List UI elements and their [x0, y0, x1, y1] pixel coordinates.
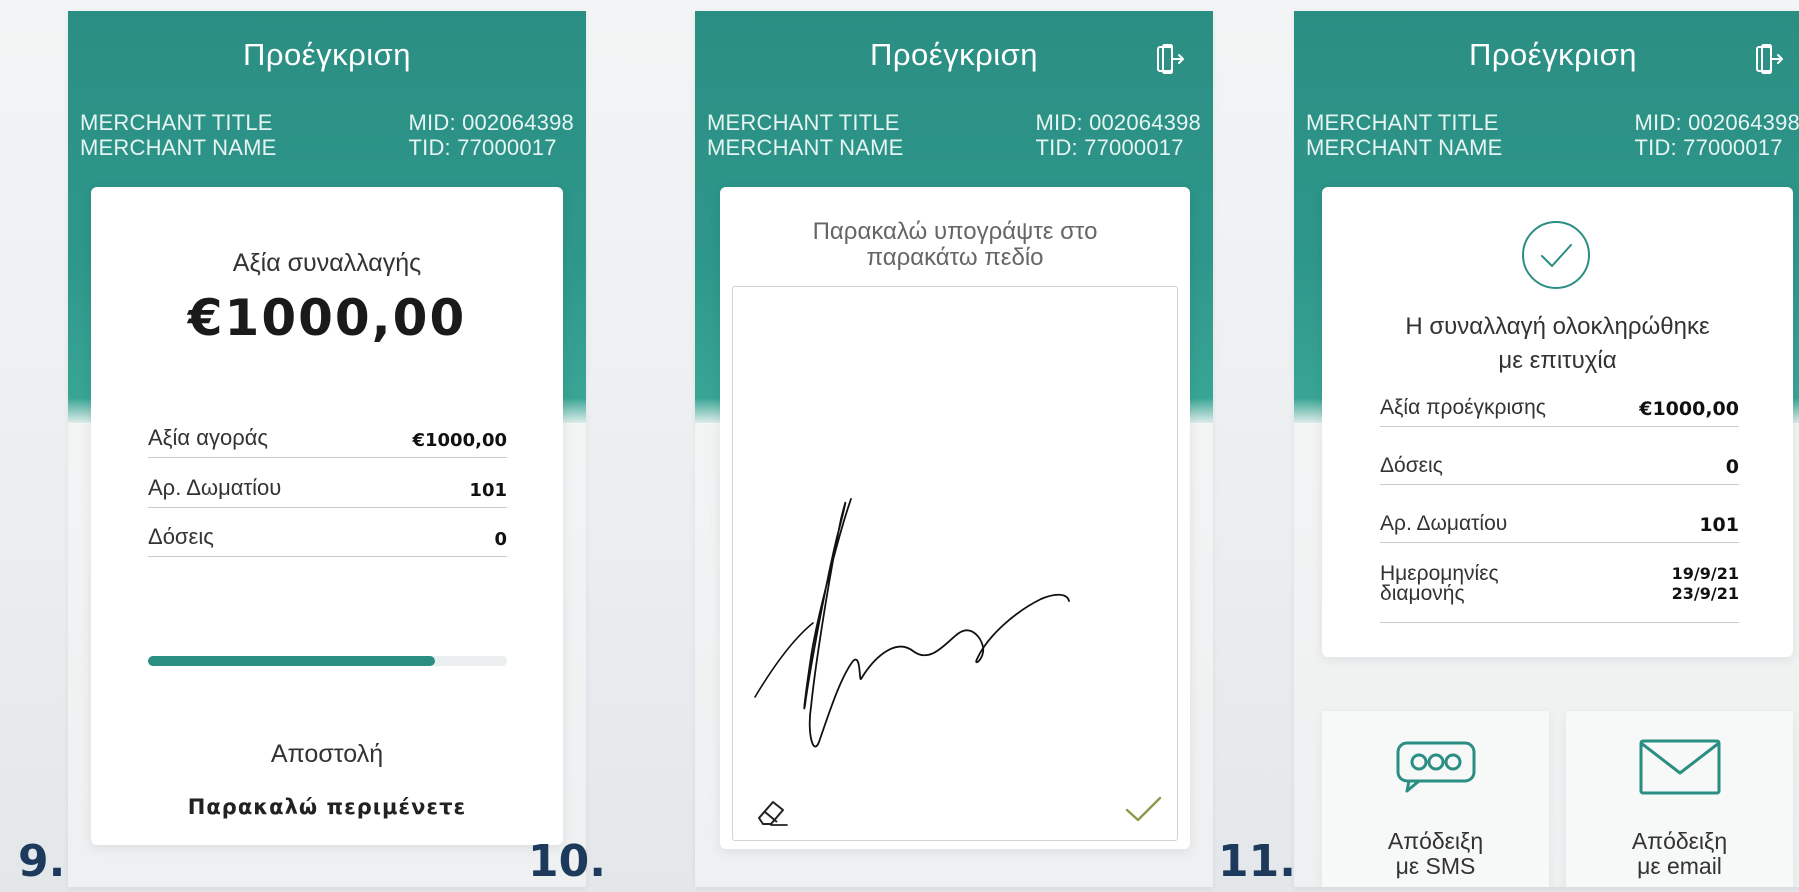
amount-label: Αξία συναλλαγής	[232, 249, 422, 277]
receipt-sms-label: Απόδειξη με SMS	[1322, 829, 1549, 879]
checkmark-icon[interactable]	[1123, 792, 1163, 826]
mid-text: MID: 002064398	[1634, 110, 1799, 135]
success-card: Η συναλλαγή ολοκληρώθηκε με επιτυχία Αξί…	[1322, 187, 1793, 657]
mid-text: MID: 002064398	[1035, 110, 1201, 135]
detail-row: Αξία αγοράς €1000,00	[148, 418, 507, 458]
receipt-line: Απόδειξη	[1387, 828, 1484, 854]
terminal-ids: MID: 002064398 TID: 77000017	[1635, 110, 1799, 160]
signature-stroke	[754, 498, 1070, 748]
detail-value: 0	[1725, 456, 1739, 478]
progress-bar	[148, 656, 507, 666]
terminal-ids: MID: 002064398 TID: 77000017	[1036, 110, 1201, 160]
detail-label: Αρ. Δωματίου	[148, 475, 282, 500]
phone-screen-approval-sending: Προέγκριση MERCHANT TITLE MERCHANT NAME …	[68, 11, 586, 887]
merchant-name: MERCHANT NAME	[80, 135, 277, 160]
phone-screen-signature: Προέγκριση MERCHANT TITLE MERCHANT NAME …	[695, 11, 1213, 887]
step-number: 9.	[18, 836, 66, 887]
signature-prompt: Παρακαλώ υπογράψτε στο παρακάτω πεδίο	[750, 219, 1160, 271]
prompt-line: Παρακαλώ υπογράψτε στο	[812, 218, 1098, 245]
step-number: 11.	[1218, 836, 1296, 887]
screen-title: Προέγκριση	[243, 37, 411, 72]
tid-text: TID: 77000017	[408, 135, 557, 160]
stay-label-line: διαμονής	[1380, 581, 1465, 605]
progress-bar-fill	[148, 656, 436, 666]
wait-text: Παρακαλώ περιμένετε	[187, 795, 467, 819]
detail-value: 101	[469, 480, 507, 501]
receipt-line: Απόδειξη	[1631, 828, 1728, 854]
sms-bubble-icon	[1396, 741, 1475, 793]
detail-row: Δόσεις 0	[1380, 445, 1739, 485]
receipt-email-button[interactable]: Απόδειξη με email	[1566, 711, 1793, 887]
receipt-email-label: Απόδειξη με email	[1566, 829, 1793, 879]
envelope-icon	[1639, 739, 1720, 795]
details-list: Αξία αγοράς €1000,00 Αρ. Δωματίου 101 Δό…	[148, 418, 507, 598]
merchant-info: MERCHANT TITLE MERCHANT NAME	[1306, 110, 1503, 160]
stay-from-date: 19/9/21	[1671, 563, 1739, 583]
detail-label: Αρ. Δωματίου	[1380, 512, 1508, 535]
transaction-card: Αξία συναλλαγής €1000,00 Αξία αγοράς €10…	[91, 187, 563, 845]
signature-card: Παρακαλώ υπογράψτε στο παρακάτω πεδίο	[720, 187, 1190, 849]
detail-row-stay-dates: Ημερομηνίες διαμονής 19/9/21 23/9/21	[1380, 545, 1739, 623]
merchant-name: MERCHANT NAME	[707, 135, 904, 160]
detail-label: Αξία αγοράς	[148, 425, 269, 450]
signature-pad[interactable]	[732, 286, 1178, 841]
success-message: Η συναλλαγή ολοκληρώθηκε με επιτυχία	[1322, 310, 1793, 378]
detail-value: €1000,00	[1639, 398, 1739, 420]
success-check-circle-icon	[1522, 221, 1590, 289]
merchant-info: MERCHANT TITLE MERCHANT NAME	[707, 110, 904, 160]
merchant-name: MERCHANT NAME	[1306, 135, 1503, 160]
detail-value: 19/9/21 23/9/21	[1672, 564, 1739, 604]
phone-screen-success: Προέγκριση MERCHANT TITLE MERCHANT NAME …	[1294, 11, 1799, 887]
detail-row: Αρ. Δωματίου 101	[1380, 503, 1739, 543]
tid-text: TID: 77000017	[1634, 135, 1783, 160]
detail-label: Δόσεις	[1380, 454, 1443, 477]
detail-row: Δόσεις 0	[148, 517, 507, 557]
merchant-info: MERCHANT TITLE MERCHANT NAME	[80, 110, 277, 160]
receipt-line: με email	[1637, 853, 1722, 879]
exit-door-icon[interactable]	[1155, 43, 1185, 75]
eraser-icon[interactable]	[753, 794, 793, 828]
terminal-ids: MID: 002064398 TID: 77000017	[409, 110, 574, 160]
merchant-title: MERCHANT TITLE	[80, 110, 273, 135]
success-line: με επιτυχία	[1498, 347, 1617, 374]
detail-value: €1000,00	[412, 430, 507, 451]
detail-label: Δόσεις	[148, 524, 214, 549]
merchant-title: MERCHANT TITLE	[707, 110, 900, 135]
mid-text: MID: 002064398	[408, 110, 574, 135]
exit-door-icon[interactable]	[1754, 43, 1784, 75]
detail-row: Αρ. Δωματίου 101	[148, 468, 507, 508]
success-line: Η συναλλαγή ολοκληρώθηκε	[1405, 313, 1710, 340]
tid-text: TID: 77000017	[1035, 135, 1184, 160]
detail-label: Ημερομηνίες διαμονής	[1380, 563, 1499, 605]
screen-title: Προέγκριση	[1469, 37, 1637, 72]
step-number: 10.	[528, 836, 606, 887]
prompt-line: παρακάτω πεδίο	[866, 244, 1044, 271]
status-text: Αποστολή	[270, 740, 384, 768]
amount-value: €1000,00	[187, 289, 467, 347]
receipt-line: με SMS	[1395, 853, 1476, 879]
receipt-sms-button[interactable]: Απόδειξη με SMS	[1322, 711, 1549, 887]
detail-value: 101	[1699, 514, 1739, 536]
screen-title: Προέγκριση	[870, 37, 1038, 72]
merchant-title: MERCHANT TITLE	[1306, 110, 1499, 135]
stay-to-date: 23/9/21	[1671, 583, 1739, 603]
detail-label: Αξία προέγκρισης	[1380, 396, 1546, 419]
detail-value: 0	[494, 529, 507, 550]
detail-row: Αξία προέγκρισης €1000,00	[1380, 387, 1739, 427]
